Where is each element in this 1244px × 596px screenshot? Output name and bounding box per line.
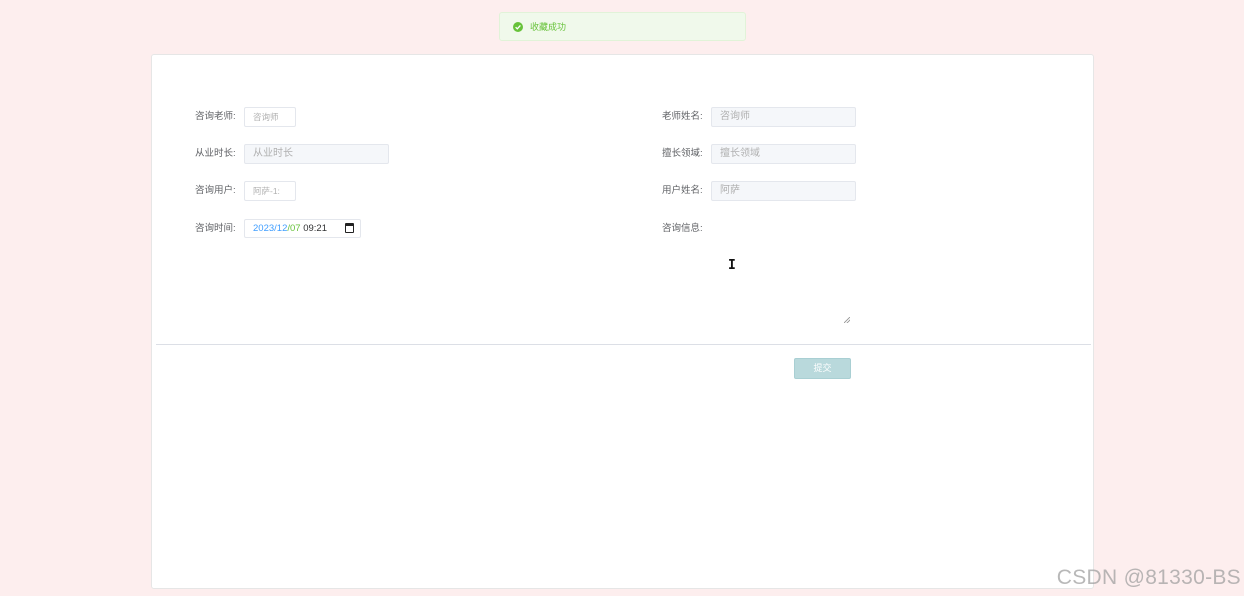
resize-grip-icon[interactable] (844, 317, 850, 323)
consult-time-datetime-input[interactable]: 2023/12/07 09:21 (244, 219, 361, 238)
consult-user-input[interactable]: 阿萨-1: (244, 181, 296, 201)
success-toast: 收藏成功 (499, 12, 746, 41)
label-consult-user: 咨询用户: (195, 185, 236, 196)
form-divider (156, 344, 1091, 345)
consultant-input[interactable]: 咨询师 (244, 107, 296, 127)
label-consult-info: 咨询信息: (662, 223, 703, 234)
datetime-month: 12 (276, 223, 288, 234)
user-name-input[interactable]: 阿萨 (711, 181, 856, 201)
text-cursor-icon: I (728, 258, 736, 273)
specialty-input[interactable]: 擅长领域 (711, 144, 856, 164)
label-user-name: 用户姓名: (662, 185, 703, 196)
datetime-day: 07 (290, 223, 301, 234)
datetime-year: 2023 (253, 223, 275, 234)
label-years-experience: 从业时长: (195, 148, 236, 159)
datetime-time: 09:21 (303, 223, 327, 234)
years-experience-input[interactable]: 从业时长 (244, 144, 389, 164)
submit-button[interactable]: 提交 (794, 358, 851, 379)
label-teacher-name: 老师姓名: (662, 111, 703, 122)
label-specialty: 擅长领域: (662, 148, 703, 159)
label-consultant: 咨询老师: (195, 111, 236, 122)
label-consult-time: 咨询时间: (195, 223, 236, 234)
check-circle-icon (513, 21, 523, 32)
toast-message: 收藏成功 (530, 22, 567, 32)
teacher-name-input[interactable]: 咨询师 (711, 107, 856, 127)
watermark: CSDN @81330-BS (1056, 566, 1241, 589)
calendar-icon[interactable] (345, 223, 354, 233)
consultation-form-card: 咨询老师: 咨询师 老师姓名: 咨询师 从业时长: 从业时长 擅长领域: 擅长领… (151, 54, 1094, 589)
